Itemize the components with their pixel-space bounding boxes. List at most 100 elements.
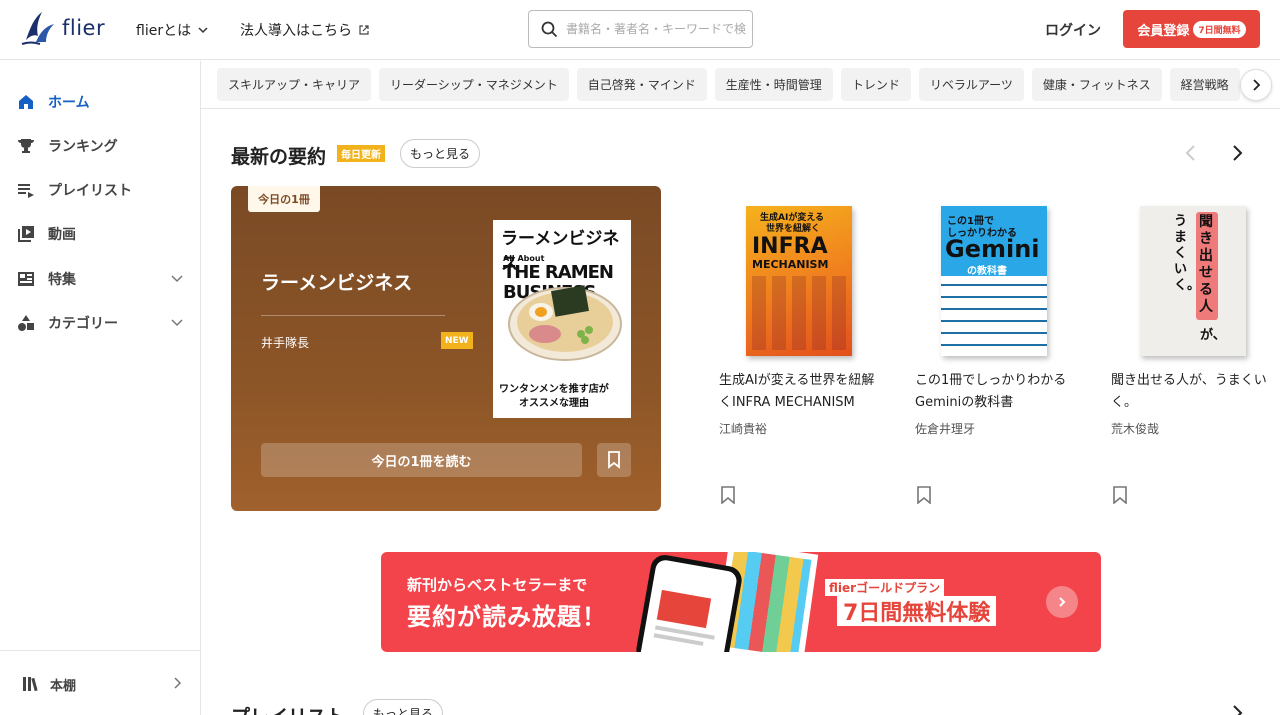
sidebar-item-label: ホーム: [48, 95, 90, 111]
bookmark-button[interactable]: [720, 486, 736, 508]
sidebar-item-bookshelf[interactable]: 本棚: [22, 672, 192, 696]
trophy-icon: [18, 139, 34, 153]
playlist-more-button[interactable]: もっと見る: [363, 699, 443, 715]
nav-about-label: flierとは: [136, 23, 192, 39]
category-chip[interactable]: 自己啓発・マインド: [576, 68, 707, 101]
signup-button[interactable]: 会員登録 7日間無料: [1123, 10, 1260, 48]
category-chip[interactable]: リベラルアーツ: [918, 68, 1024, 101]
logo[interactable]: flier: [20, 10, 105, 46]
sidebar-item-label: プレイリスト: [48, 183, 132, 199]
bookmark-button[interactable]: [597, 443, 631, 477]
external-link-icon: [359, 25, 369, 35]
cover-text: の教科書: [967, 266, 1007, 277]
category-chip-list: スキルアップ・キャリア リーダーシップ・マネジメント 自己啓発・マインド 生産性…: [217, 68, 1240, 101]
cover-tagline: オススメな理由: [519, 398, 589, 409]
sidebar: ホーム ランキング プレイリスト 動画 特集 カテゴリー 本棚: [0, 61, 201, 715]
book-title[interactable]: この1冊でしっかりわかるGeminiの教科書: [915, 370, 1073, 414]
nav-about[interactable]: flierとは: [136, 20, 209, 40]
cover-text: Gemini: [945, 235, 1040, 263]
banner-plan-label: flierゴールドプラン: [825, 579, 945, 596]
category-chip[interactable]: スキルアップ・キャリア: [217, 68, 372, 101]
new-badge: NEW: [441, 332, 473, 349]
feature-book-cover[interactable]: ラーメンビジネス All About THE RAMEN BUSINESS ワン…: [493, 220, 631, 418]
banner-trial-label: 7日間無料体験: [837, 596, 997, 626]
bookmark-button[interactable]: [916, 486, 932, 508]
cover-text: 聞き出せる人: [1199, 214, 1213, 315]
sidebar-item-home[interactable]: ホーム: [17, 90, 187, 114]
gold-plan-banner[interactable]: 新刊からベストセラーまで 要約が読み放題！ flierゴールドプラン 7日間無料…: [381, 552, 1101, 652]
sidebar-item-video[interactable]: 動画: [17, 222, 187, 246]
feature-book-title: ラーメンビジネス: [261, 272, 413, 294]
feature-book-author: 井手隊長: [261, 336, 310, 350]
latest-next-button[interactable]: [1225, 141, 1249, 165]
search-box: [528, 10, 753, 48]
cover-text: 世界を紐解く: [766, 224, 821, 234]
signup-label: 会員登録: [1137, 23, 1190, 39]
sidebar-item-label: 特集: [48, 272, 76, 288]
book-cover[interactable]: 聞き出せる人 が、 うまくいく。: [1140, 206, 1246, 356]
nav-corporate[interactable]: 法人導入はこちら: [240, 20, 370, 40]
search-icon: [541, 21, 558, 37]
bookmark-icon: [1113, 486, 1127, 505]
category-chip[interactable]: トレンド: [840, 68, 911, 101]
cover-tagline: ワンタンメンを推す店が: [499, 384, 609, 395]
todays-book-card[interactable]: 今日の1冊 ラーメンビジネス 井手隊長 NEW ラーメンビジネス All Abo…: [231, 186, 661, 511]
chevron-right-icon: [174, 677, 182, 689]
section-title-latest: 最新の要約: [231, 146, 327, 168]
chevron-right-icon: [1233, 705, 1243, 715]
login-link[interactable]: ログイン: [1045, 20, 1101, 40]
category-next-button[interactable]: [1240, 69, 1272, 101]
book-title[interactable]: 生成AIが変える世界を紐解くINFRA MECHANISM: [719, 370, 877, 414]
logo-text: flier: [62, 16, 106, 40]
chevron-down-icon: [198, 27, 208, 34]
cover-text: が、: [1200, 328, 1226, 343]
bookmark-icon: [721, 486, 735, 505]
daily-update-badge: 毎日更新: [337, 145, 385, 162]
book-cover[interactable]: 生成AIが変える 世界を紐解く INFRA MECHANISM: [746, 206, 852, 356]
sidebar-item-label: カテゴリー: [48, 316, 118, 332]
banner-phone-illustration: [634, 552, 744, 652]
feature-icon: [18, 272, 34, 286]
category-chip[interactable]: リーダーシップ・マネジメント: [379, 68, 569, 101]
chevron-down-icon: [171, 319, 183, 327]
cover-decoration: [752, 276, 846, 350]
nav-corporate-label: 法人導入はこちら: [240, 23, 352, 39]
header: flier flierとは 法人導入はこちら ログイン 会員登録 7日間無料: [0, 0, 1280, 60]
chevron-right-icon: [1253, 79, 1261, 91]
sidebar-item-feature[interactable]: 特集: [17, 267, 187, 291]
todays-book-tab: 今日の1冊: [248, 186, 320, 212]
chevron-right-icon: [1059, 597, 1066, 607]
category-chip[interactable]: 経営戦略: [1169, 68, 1240, 101]
book-author: 佐倉井理牙: [915, 422, 976, 436]
book-cover[interactable]: この1冊で しっかりわかる Gemini の教科書: [941, 206, 1047, 356]
divider: [261, 315, 445, 316]
category-chip[interactable]: 生産性・時間管理: [714, 68, 833, 101]
cover-text: INFRA: [752, 234, 828, 259]
bookmark-icon: [608, 451, 620, 469]
home-icon: [19, 95, 33, 109]
latest-more-button[interactable]: もっと見る: [400, 139, 480, 168]
sidebar-footer: 本棚: [0, 650, 200, 715]
section-title-playlist: プレイリスト: [231, 702, 345, 715]
book-title[interactable]: 聞き出せる人が、うまくいく。: [1111, 370, 1273, 414]
category-icon: [18, 315, 34, 331]
banner-arrow-button[interactable]: [1046, 586, 1078, 618]
video-icon: [18, 226, 34, 242]
bookmark-button[interactable]: [1112, 486, 1128, 508]
playlist-icon: [18, 184, 34, 198]
playlist-next-button[interactable]: [1225, 701, 1249, 715]
sidebar-item-category[interactable]: カテゴリー: [17, 311, 187, 335]
category-chip[interactable]: 健康・フィットネス: [1031, 68, 1162, 101]
free-trial-badge: 7日間無料: [1193, 20, 1246, 38]
book-author: 江崎貴裕: [719, 422, 768, 436]
cover-subtitle: THE RAMEN: [503, 262, 614, 283]
read-todays-book-button[interactable]: 今日の1冊を読む: [261, 443, 582, 477]
latest-prev-button[interactable]: [1179, 141, 1203, 165]
sidebar-item-label: 本棚: [50, 678, 77, 694]
chevron-down-icon: [171, 275, 183, 283]
sidebar-item-playlist[interactable]: プレイリスト: [17, 178, 187, 202]
cover-text: うまくいく。: [1174, 214, 1201, 293]
search-input[interactable]: [566, 22, 746, 36]
sidebar-item-ranking[interactable]: ランキング: [17, 134, 187, 158]
book-author: 荒木俊哉: [1111, 422, 1160, 436]
